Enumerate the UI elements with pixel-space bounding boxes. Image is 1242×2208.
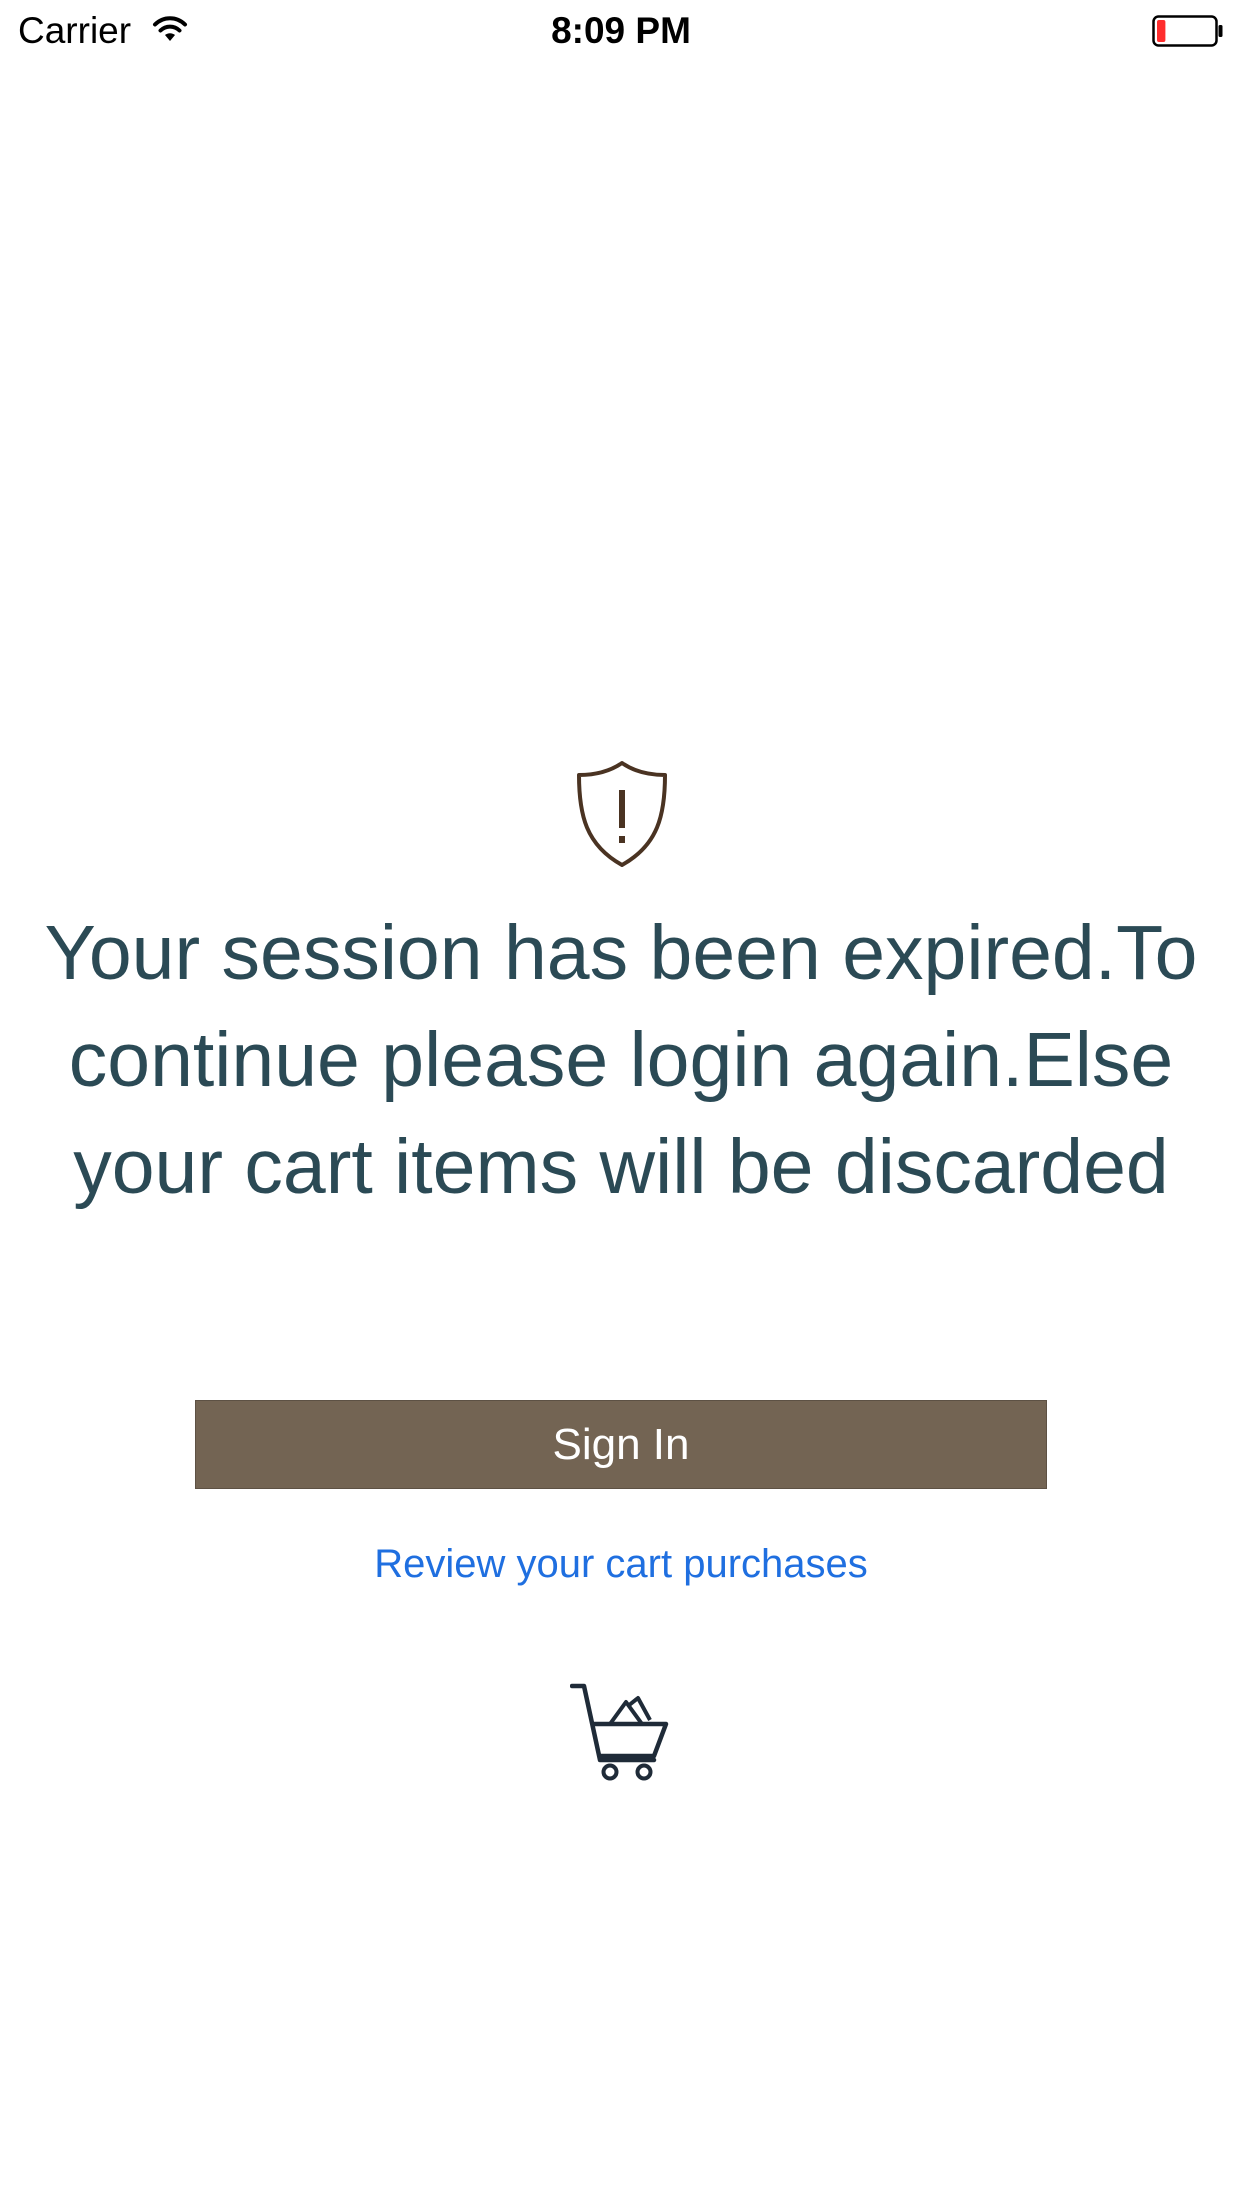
session-expired-message: Your session has been expired.To continu… — [44, 910, 1198, 1210]
status-time: 8:09 PM — [551, 10, 691, 51]
sign-in-button[interactable]: Sign In — [195, 1400, 1047, 1489]
shopping-cart-icon[interactable] — [570, 1680, 670, 1782]
status-bar: Carrier 8:09 PM — [0, 0, 1242, 62]
review-cart-link[interactable]: Review your cart purchases — [0, 1536, 1242, 1592]
shield-warning-icon — [577, 761, 667, 867]
battery-icon — [1152, 15, 1223, 47]
